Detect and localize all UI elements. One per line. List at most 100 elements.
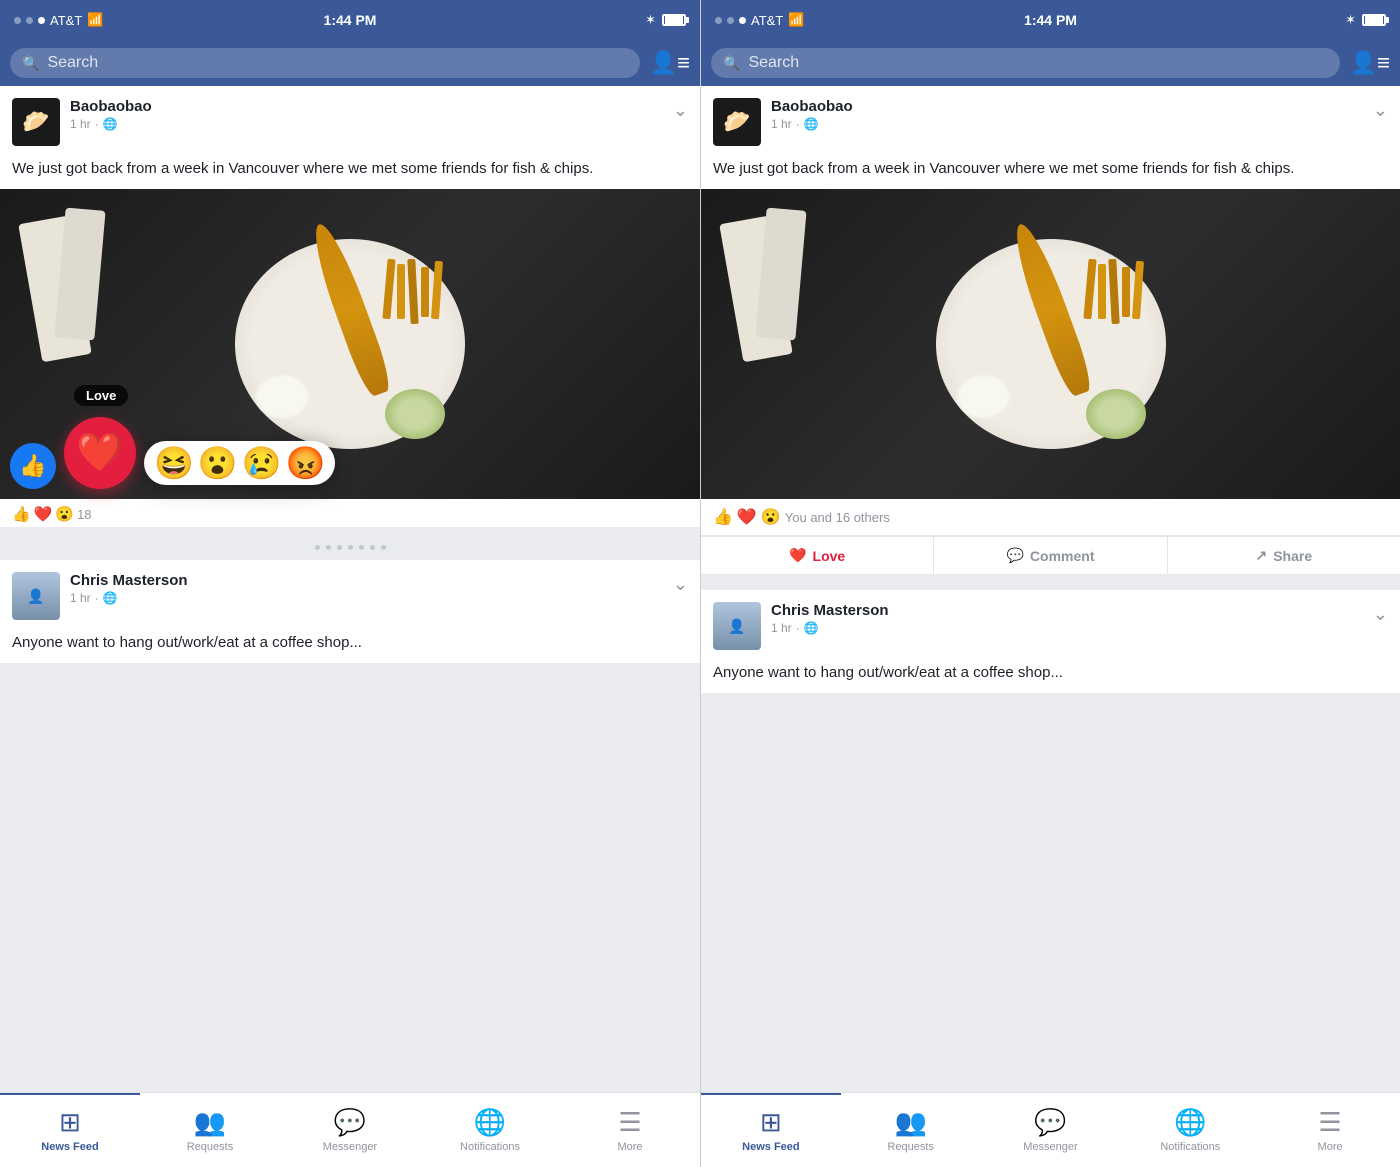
feed-right: 🥟 Baobaobao 1 hr · 🌐 ⌄ We just got back … bbox=[701, 86, 1400, 1092]
post-author-info-2-right: Chris Masterson 1 hr · 🌐 bbox=[771, 602, 889, 635]
angry-reaction-left[interactable]: 😡 bbox=[286, 447, 326, 479]
left-phone-panel: AT&T 📶 1:44 PM ✶ 🔍 👤≡ 🥟 Baobaobao bbox=[0, 0, 700, 1167]
more-icon-right: ☰ bbox=[1318, 1107, 1341, 1138]
post-meta-1-right: 1 hr · 🌐 bbox=[771, 117, 853, 131]
post-meta-1-left: 1 hr · 🌐 bbox=[70, 117, 152, 131]
like-bubble-left[interactable]: 👍 bbox=[10, 443, 56, 489]
post-chevron-1-left[interactable]: ⌄ bbox=[673, 100, 688, 121]
avatar-baobaobao-right: 🥟 bbox=[713, 98, 761, 146]
avatar-chris-right: 👤 bbox=[713, 602, 761, 650]
search-input-left[interactable] bbox=[47, 54, 627, 72]
post-header-2-left: 👤 Chris Masterson 1 hr · 🌐 ⌄ bbox=[0, 560, 700, 628]
requests-label-left: Requests bbox=[187, 1141, 233, 1153]
dot-1 bbox=[315, 545, 320, 550]
battery-icon-right bbox=[1362, 14, 1386, 26]
wow-emoji-right: 😮 bbox=[761, 507, 781, 527]
tab-notifications-right[interactable]: 🌐 Notifications bbox=[1120, 1093, 1260, 1167]
like-emoji-small-left: 👍 bbox=[12, 505, 31, 523]
post-chevron-1-right[interactable]: ⌄ bbox=[1373, 100, 1388, 121]
post-card-2-right: 👤 Chris Masterson 1 hr · 🌐 ⌄ Anyone want… bbox=[701, 590, 1400, 693]
tab-messenger-left[interactable]: 💬 Messenger bbox=[280, 1093, 420, 1167]
plate-right bbox=[936, 239, 1166, 449]
search-bar-right: 🔍 👤≡ bbox=[701, 40, 1400, 86]
notifications-icon-right: 🌐 bbox=[1174, 1107, 1206, 1138]
more-label-right: More bbox=[1318, 1141, 1343, 1153]
battery-icon bbox=[662, 14, 686, 26]
post-card-1-right: 🥟 Baobaobao 1 hr · 🌐 ⌄ We just got back … bbox=[701, 86, 1400, 574]
search-wrapper-right[interactable]: 🔍 bbox=[711, 48, 1340, 78]
search-wrapper-left[interactable]: 🔍 bbox=[10, 48, 640, 78]
more-icon-left: ☰ bbox=[618, 1107, 641, 1138]
post-chevron-2-right[interactable]: ⌄ bbox=[1373, 604, 1388, 625]
comment-action-icon-right: 💬 bbox=[1006, 547, 1023, 564]
carrier-name: AT&T bbox=[50, 13, 82, 28]
fries-left bbox=[375, 259, 455, 349]
post-globe-2-right: 🌐 bbox=[804, 621, 819, 635]
comment-action-label-right: Comment bbox=[1030, 548, 1095, 564]
post-chevron-2-left[interactable]: ⌄ bbox=[673, 574, 688, 595]
tab-requests-left[interactable]: 👥 Requests bbox=[140, 1093, 280, 1167]
post-header-left-2: 👤 Chris Masterson 1 hr · 🌐 bbox=[12, 572, 188, 620]
tab-active-indicator-left bbox=[0, 1093, 140, 1095]
tab-messenger-right[interactable]: 💬 Messenger bbox=[981, 1093, 1121, 1167]
post-text-1-left: We just got back from a week in Vancouve… bbox=[0, 154, 700, 189]
notifications-icon-left: 🌐 bbox=[474, 1107, 506, 1138]
share-action-btn-right[interactable]: ↗ Share bbox=[1167, 537, 1400, 574]
avatar-baobaobao-left: 🥟 bbox=[12, 98, 60, 146]
tab-more-left[interactable]: ☰ More bbox=[560, 1093, 700, 1167]
dot-2 bbox=[326, 545, 331, 550]
love-action-btn-right[interactable]: ❤️ Love bbox=[701, 537, 933, 574]
tab-bar-left: ⊞ News Feed 👥 Requests 💬 Messenger 🌐 Not… bbox=[0, 1092, 700, 1167]
post-header-2-right: 👤 Chris Masterson 1 hr · 🌐 ⌄ bbox=[701, 590, 1400, 658]
love-bubble-left[interactable]: Love ❤️ bbox=[64, 417, 136, 489]
tab-more-right[interactable]: ☰ More bbox=[1260, 1093, 1400, 1167]
wifi-icon-right: 📶 bbox=[788, 12, 804, 28]
post-header-left-1: 🥟 Baobaobao 1 hr · 🌐 bbox=[12, 98, 152, 146]
messenger-icon-left: 💬 bbox=[334, 1107, 366, 1138]
comment-action-btn-right[interactable]: 💬 Comment bbox=[933, 537, 1166, 574]
messenger-icon-right: 💬 bbox=[1034, 1107, 1066, 1138]
tab-newsfeed-left[interactable]: ⊞ News Feed bbox=[0, 1093, 140, 1167]
status-bar-left-info: AT&T 📶 bbox=[14, 12, 103, 28]
post-dot-2-left: · bbox=[95, 591, 99, 605]
friends-menu-icon-right[interactable]: 👤≡ bbox=[1350, 50, 1390, 76]
like-emoji-right: 👍 bbox=[713, 507, 733, 527]
dot-7 bbox=[381, 545, 386, 550]
wow-reaction-left[interactable]: 😮 bbox=[198, 447, 238, 479]
dot-6 bbox=[370, 545, 375, 550]
post-meta-2-right: 1 hr · 🌐 bbox=[771, 621, 889, 635]
share-action-label-right: Share bbox=[1273, 548, 1312, 564]
post-text-1-right: We just got back from a week in Vancouve… bbox=[701, 154, 1400, 189]
coleslaw-bowl-left bbox=[385, 389, 445, 439]
tab-notifications-left[interactable]: 🌐 Notifications bbox=[420, 1093, 560, 1167]
haha-reaction-left[interactable]: 😆 bbox=[154, 447, 194, 479]
dot-3 bbox=[337, 545, 342, 550]
search-icon-right: 🔍 bbox=[723, 55, 740, 72]
dot-4 bbox=[348, 545, 353, 550]
post-card-1-left: 🥟 Baobaobao 1 hr · 🌐 ⌄ We just got back … bbox=[0, 86, 700, 527]
tab-requests-right[interactable]: 👥 Requests bbox=[841, 1093, 981, 1167]
reaction-counts-right: 👍 ❤️ 😮 You and 16 others bbox=[713, 507, 1388, 527]
tab-newsfeed-right[interactable]: ⊞ News Feed bbox=[701, 1093, 841, 1167]
status-bar-right-info: ✶ bbox=[645, 12, 686, 28]
post-time-1-right: 1 hr bbox=[771, 117, 792, 131]
search-input-right[interactable] bbox=[748, 54, 1327, 72]
notifications-label-left: Notifications bbox=[460, 1141, 520, 1153]
more-label-left: More bbox=[617, 1141, 642, 1153]
post-author-name-2-right: Chris Masterson bbox=[771, 602, 889, 619]
post-author-info-1-left: Baobaobao 1 hr · 🌐 bbox=[70, 98, 152, 131]
signal-dot-r1 bbox=[715, 17, 722, 24]
reaction-counts-row-left: 👍 ❤️ 😮 18 bbox=[0, 499, 700, 527]
friends-menu-icon-left[interactable]: 👤≡ bbox=[650, 50, 690, 76]
food-bg-right bbox=[701, 189, 1400, 499]
signal-dot-r3 bbox=[739, 17, 746, 24]
tab-bar-right: ⊞ News Feed 👥 Requests 💬 Messenger 🌐 Not… bbox=[701, 1092, 1400, 1167]
reaction-count-left: 18 bbox=[77, 507, 91, 522]
newsfeed-label-left: News Feed bbox=[41, 1141, 98, 1153]
sad-reaction-left[interactable]: 😢 bbox=[242, 447, 282, 479]
search-icon-left: 🔍 bbox=[22, 55, 39, 72]
post-text-2-right: Anyone want to hang out/work/eat at a co… bbox=[701, 658, 1400, 693]
post-globe-2-left: 🌐 bbox=[103, 591, 118, 605]
love-action-label-right: Love bbox=[813, 548, 846, 564]
bluetooth-icon-right: ✶ bbox=[1345, 12, 1356, 28]
